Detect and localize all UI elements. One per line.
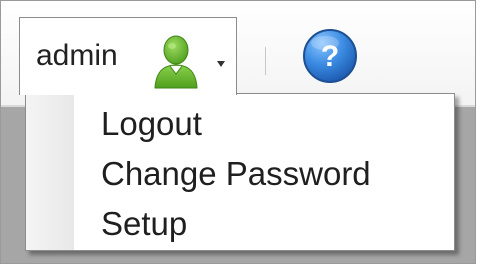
help-icon-glyph: ? [321,40,339,73]
menu-item-label: Setup [101,205,188,242]
dropdown-gutter [26,94,74,250]
user-dropdown-menu: Logout Change Password Setup [25,93,455,251]
menu-item-label: Change Password [101,155,371,192]
menu-item-setup[interactable]: Setup [74,200,454,246]
help-icon: ? [303,29,357,83]
menu-item-logout[interactable]: Logout [74,100,454,146]
toolbar-separator [265,47,266,75]
app-window: admin ? Logout Change Password Setup [0,0,476,264]
user-menu-button[interactable]: admin [19,17,237,95]
menu-item-label: Logout [101,105,202,142]
help-button[interactable]: ? [301,27,359,85]
menu-item-change-password[interactable]: Change Password [74,150,454,196]
caret-down-icon [217,61,225,67]
user-icon [154,35,198,89]
username-label: admin [36,39,118,72]
